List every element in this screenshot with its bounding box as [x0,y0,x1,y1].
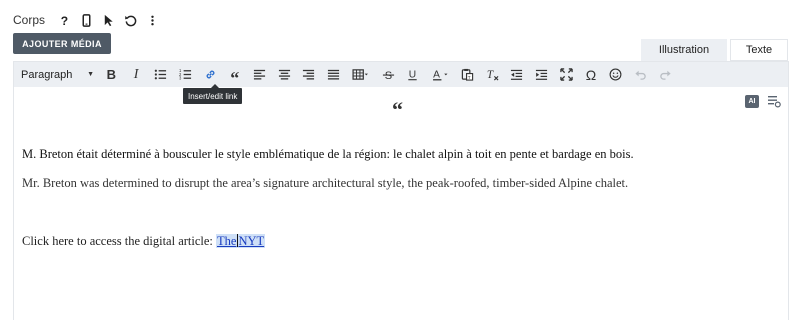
list-settings-icon[interactable] [767,94,781,108]
link-tooltip: Insert/edit link [183,84,243,104]
format-select-value: Paragraph [21,68,73,81]
help-icon[interactable]: ? [55,11,73,29]
undo-circle-icon[interactable] [121,11,139,29]
fullscreen-icon[interactable] [554,62,579,87]
link-prefix: Click here to access the digital article… [22,234,213,248]
blockquote-icon[interactable]: “ [222,62,247,87]
blockquote-mark: “ [392,97,403,122]
italic-icon[interactable]: I [124,62,149,87]
link-text-part-2: NYT [238,234,265,248]
bullet-list-icon[interactable] [148,62,173,87]
bold-icon[interactable]: B [99,62,124,87]
indent-icon[interactable] [529,62,554,87]
align-left-icon[interactable] [247,62,272,87]
svg-text:T: T [468,75,471,80]
tab-illustration[interactable]: Illustration [641,39,727,61]
align-center-icon[interactable] [272,62,297,87]
field-label: Corps [13,13,46,27]
mobile-icon[interactable] [77,11,95,29]
outdent-icon[interactable] [505,62,530,87]
table-icon[interactable] [346,62,376,87]
tab-texte[interactable]: Texte [730,39,788,61]
editor-toolbar: Paragraph ▼ B I 123 “ S [14,62,788,87]
svg-text:A: A [433,69,440,80]
more-vertical-icon[interactable] [143,11,161,29]
undo-icon[interactable] [628,62,653,87]
tab-bar: Illustration Texte [641,39,788,61]
field-header: Corps ? [13,11,161,29]
ai-icon[interactable]: AI [745,95,759,108]
chevron-down-icon: ▼ [87,71,94,78]
align-justify-icon[interactable] [321,62,346,87]
paragraph-english[interactable]: Mr. Breton was determined to disrupt the… [22,176,628,191]
paragraph-french[interactable]: M. Breton était déterminé à bousculer le… [22,147,634,162]
paragraph-link[interactable]: Click here to access the digital article… [22,234,266,249]
clear-formatting-icon[interactable]: T [480,62,505,87]
cursor-icon[interactable] [99,11,117,29]
underline-icon[interactable]: U [401,62,426,87]
align-right-icon[interactable] [297,62,322,87]
svg-text:T: T [487,69,494,81]
redo-icon[interactable] [653,62,678,87]
svg-text:3: 3 [179,76,182,81]
emoji-icon[interactable] [603,62,628,87]
format-select[interactable]: Paragraph ▼ [14,62,99,87]
strikethrough-icon[interactable]: S [376,62,401,87]
paste-text-icon[interactable]: T [455,62,480,87]
numbered-list-icon[interactable]: 123 [173,62,198,87]
svg-text:U: U [409,69,416,80]
special-character-icon[interactable]: Ω [579,62,604,87]
article-link[interactable]: The NYT [216,234,266,248]
link-text-part-1: The [217,234,237,248]
text-color-icon[interactable]: A [425,62,455,87]
add-media-button[interactable]: AJOUTER MÉDIA [13,33,111,54]
svg-text:?: ? [60,14,67,27]
